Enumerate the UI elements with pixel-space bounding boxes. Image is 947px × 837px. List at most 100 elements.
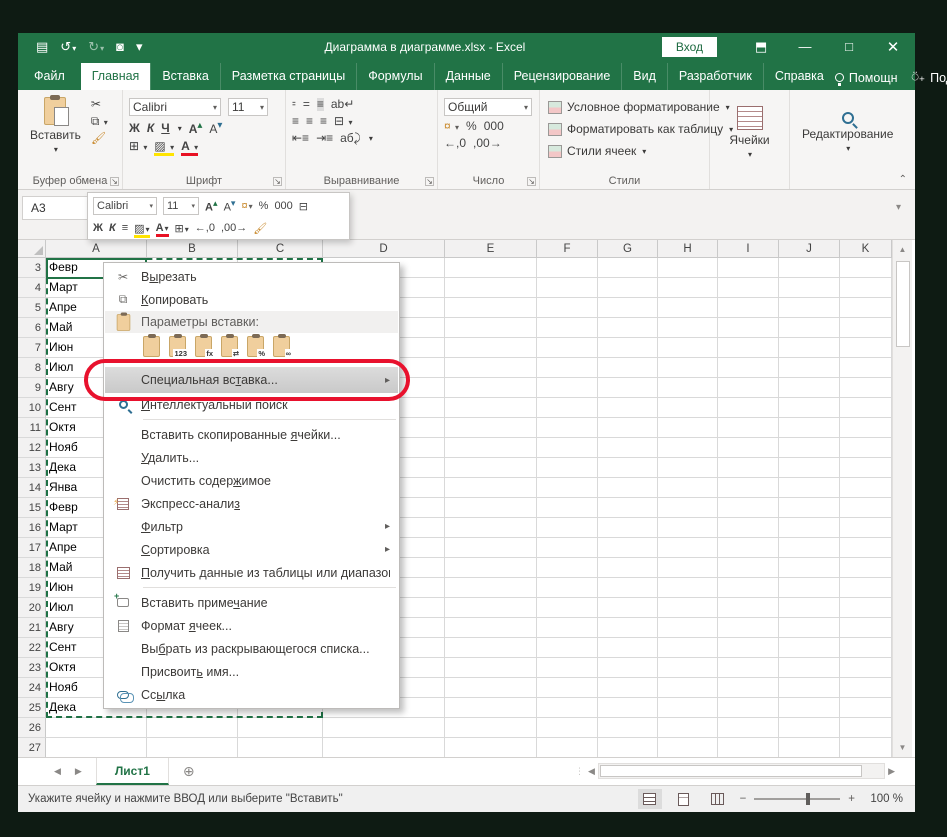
clipboard-dialog-launcher[interactable]: ↘	[110, 177, 119, 186]
scroll-down-icon[interactable]: ▼	[899, 738, 907, 757]
cell-I7[interactable]	[718, 338, 779, 358]
cell-H16[interactable]	[658, 518, 718, 538]
paste-values-icon[interactable]: 123	[169, 336, 186, 357]
cell-D26[interactable]	[323, 718, 445, 738]
cell-F17[interactable]	[537, 538, 598, 558]
row-header-19[interactable]: 19	[18, 578, 46, 598]
borders-button[interactable]: ⊞ ▾	[129, 140, 147, 153]
column-header-E[interactable]: E	[445, 240, 537, 258]
horizontal-scroll-thumb[interactable]	[600, 765, 862, 777]
menu-item-присвоить-имя-[interactable]: Присвоить имя...	[105, 660, 398, 683]
menu-item-специальная-вставка-[interactable]: Специальная вставка...▸	[105, 367, 398, 393]
align-bottom-icon[interactable]: ≡	[317, 98, 324, 111]
maximize-button[interactable]: □	[827, 33, 871, 60]
cell-F6[interactable]	[537, 318, 598, 338]
menu-item-вставить-примечание[interactable]: Вставить примечание	[105, 591, 398, 614]
cell-A27[interactable]	[46, 738, 147, 757]
cell-H13[interactable]	[658, 458, 718, 478]
cell-K26[interactable]	[840, 718, 892, 738]
cell-G6[interactable]	[598, 318, 658, 338]
cell-E18[interactable]	[445, 558, 537, 578]
cell-E20[interactable]	[445, 598, 537, 618]
cell-G19[interactable]	[598, 578, 658, 598]
cell-J3[interactable]	[779, 258, 840, 278]
cell-H21[interactable]	[658, 618, 718, 638]
customize-qat-icon[interactable]: ▾	[136, 40, 143, 53]
cell-G5[interactable]	[598, 298, 658, 318]
expand-formula-bar-icon[interactable]: ▾	[896, 202, 901, 213]
wrap-text-button[interactable]: ab↵	[331, 98, 354, 111]
cell-I23[interactable]	[718, 658, 779, 678]
mini-increase-decimal-icon[interactable]: ←,0	[195, 222, 215, 234]
cell-I14[interactable]	[718, 478, 779, 498]
row-header-4[interactable]: 4	[18, 278, 46, 298]
cell-G22[interactable]	[598, 638, 658, 658]
font-color-button[interactable]: А ▾	[181, 140, 198, 153]
cell-I16[interactable]	[718, 518, 779, 538]
column-header-F[interactable]: F	[537, 240, 598, 258]
row-header-21[interactable]: 21	[18, 618, 46, 638]
cell-J4[interactable]	[779, 278, 840, 298]
row-header-23[interactable]: 23	[18, 658, 46, 678]
horizontal-scrollbar[interactable]	[598, 763, 885, 779]
align-left-icon[interactable]: ≡	[292, 115, 299, 128]
row-header-6[interactable]: 6	[18, 318, 46, 338]
row-header-18[interactable]: 18	[18, 558, 46, 578]
cell-K11[interactable]	[840, 418, 892, 438]
cell-F27[interactable]	[537, 738, 598, 757]
cell-J6[interactable]	[779, 318, 840, 338]
align-center-icon[interactable]: ≡	[306, 115, 313, 128]
menu-item-параметры-вставки-[interactable]: Параметры вставки:	[105, 311, 398, 333]
cell-I12[interactable]	[718, 438, 779, 458]
cell-I6[interactable]	[718, 318, 779, 338]
mini-shrink-font-icon[interactable]: А▾	[224, 198, 236, 214]
cell-G10[interactable]	[598, 398, 658, 418]
sheet-tab-list1[interactable]: Лист1	[96, 758, 169, 785]
zoom-level[interactable]: 100 %	[865, 793, 903, 805]
cell-I17[interactable]	[718, 538, 779, 558]
menu-item-выбрать-из-раскрывающегося-списка-[interactable]: Выбрать из раскрывающегося списка...	[105, 637, 398, 660]
cell-F25[interactable]	[537, 698, 598, 718]
cell-E5[interactable]	[445, 298, 537, 318]
cell-K5[interactable]	[840, 298, 892, 318]
cell-I5[interactable]	[718, 298, 779, 318]
cell-H15[interactable]	[658, 498, 718, 518]
cell-K4[interactable]	[840, 278, 892, 298]
cell-K25[interactable]	[840, 698, 892, 718]
copy-icon[interactable]: ⧉ ▾	[91, 115, 108, 128]
cell-H18[interactable]	[658, 558, 718, 578]
column-header-G[interactable]: G	[598, 240, 658, 258]
cell-F20[interactable]	[537, 598, 598, 618]
cell-I8[interactable]	[718, 358, 779, 378]
cell-K27[interactable]	[840, 738, 892, 757]
cell-K9[interactable]	[840, 378, 892, 398]
mini-grow-font-icon[interactable]: А▴	[205, 198, 218, 214]
cell-H24[interactable]	[658, 678, 718, 698]
cell-J9[interactable]	[779, 378, 840, 398]
tab-Справка[interactable]: Справка	[763, 63, 835, 90]
cell-K13[interactable]	[840, 458, 892, 478]
cell-J7[interactable]	[779, 338, 840, 358]
tab-Вставка[interactable]: Вставка	[150, 63, 219, 90]
vertical-scroll-thumb[interactable]	[896, 261, 910, 347]
page-layout-view-button[interactable]	[672, 789, 696, 809]
row-header-3[interactable]: 3	[18, 258, 46, 278]
cell-J15[interactable]	[779, 498, 840, 518]
cell-I9[interactable]	[718, 378, 779, 398]
cell-K8[interactable]	[840, 358, 892, 378]
cell-E13[interactable]	[445, 458, 537, 478]
cell-B26[interactable]	[147, 718, 238, 738]
camera-icon[interactable]: ◙	[116, 40, 124, 53]
format-as-table-button[interactable]: Форматировать как таблицу▾	[546, 120, 703, 138]
cell-I22[interactable]	[718, 638, 779, 658]
cell-E11[interactable]	[445, 418, 537, 438]
paste-transpose-icon[interactable]: ⇄	[221, 336, 238, 357]
cell-F4[interactable]	[537, 278, 598, 298]
shrink-font-button[interactable]: А▾	[209, 120, 222, 136]
ribbon-display-options-icon[interactable]: ⬒	[739, 33, 783, 60]
column-header-J[interactable]: J	[779, 240, 840, 258]
cell-G9[interactable]	[598, 378, 658, 398]
cell-I15[interactable]	[718, 498, 779, 518]
page-break-view-button[interactable]	[706, 789, 730, 809]
cell-I21[interactable]	[718, 618, 779, 638]
